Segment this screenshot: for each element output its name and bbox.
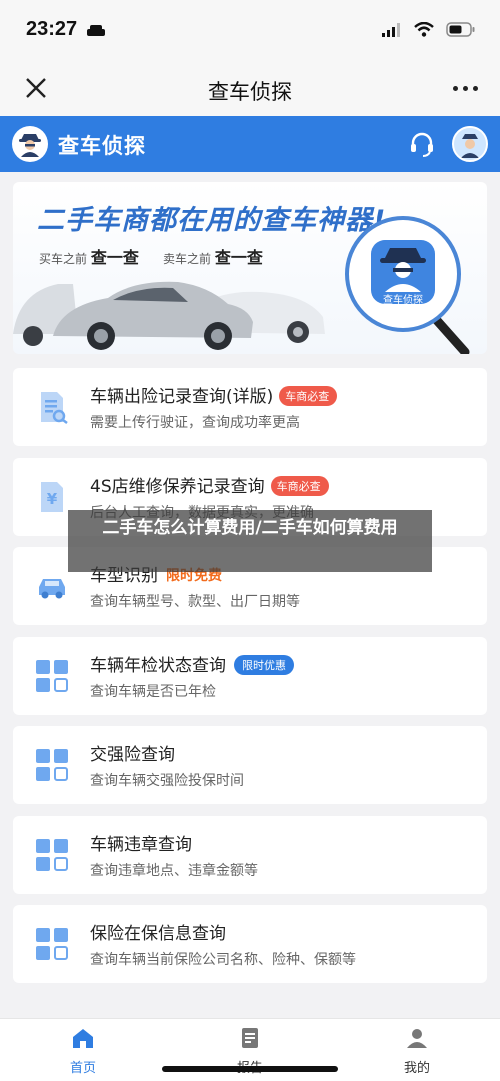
yuan-document-icon: ¥ — [41, 482, 63, 512]
status-bar: 23:27 — [0, 0, 500, 62]
dealer-badge: 车商必查 — [279, 386, 338, 406]
app-name: 查车侦探 — [58, 134, 146, 158]
more-icon[interactable] — [453, 86, 478, 91]
item-title: 车辆年检状态查询 限时优惠 — [90, 651, 294, 676]
report-icon — [242, 1028, 258, 1048]
promo-banner[interactable]: 二手车商都在用的查车神器! 买车之前 查一查 卖车之前 查一查 查车侦探 — [13, 182, 487, 354]
banner-logo-caption: 查车侦探 — [383, 293, 423, 306]
tab-home[interactable]: 首页 — [33, 1027, 133, 1076]
tab-mine[interactable]: 我的 — [367, 1027, 467, 1076]
item-title: 4S店维修保养记录查询 车商必查 — [90, 472, 329, 497]
grid-icon — [36, 749, 68, 781]
item-subtitle: 查询车辆交强险投保时间 — [90, 773, 244, 789]
svg-text:¥: ¥ — [47, 490, 58, 508]
item-title-text: 车辆年检状态查询 — [90, 656, 226, 676]
magnifier-logo-icon: 查车侦探 — [345, 216, 470, 354]
nav-bar: 查车侦探 — [0, 62, 500, 116]
home-indicator — [162, 1066, 338, 1072]
discount-badge: 限时优惠 — [234, 655, 294, 675]
item-subtitle: 查询车辆当前保险公司名称、险种、保额等 — [90, 952, 356, 968]
list-item-annual-inspection[interactable]: 车辆年检状态查询 限时优惠 查询车辆是否已年检 — [13, 637, 487, 715]
item-title: 车辆出险记录查询(详版) 车商必查 — [90, 382, 338, 407]
document-search-icon — [41, 392, 68, 424]
wifi-icon — [414, 22, 434, 37]
detective-logo-icon — [13, 127, 47, 161]
app-header: 查车侦探 — [0, 116, 500, 172]
signal-icon — [382, 22, 400, 37]
article-title-overlay: 二手车怎么计算费用/二手车如何算费用 — [68, 510, 432, 572]
item-title: 保险在保信息查询 — [90, 924, 226, 944]
car-status-icon — [87, 25, 105, 36]
car-icon — [39, 579, 65, 599]
tab-label: 我的 — [403, 1061, 430, 1076]
list-item-compulsory-insurance[interactable]: 交强险查询 查询车辆交强险投保时间 — [13, 726, 487, 804]
nav-title: 查车侦探 — [208, 80, 292, 104]
app-logo — [12, 126, 48, 162]
list-item-insurance-info[interactable]: 保险在保信息查询 查询车辆当前保险公司名称、险种、保额等 — [13, 905, 487, 983]
item-title: 交强险查询 — [90, 745, 175, 765]
item-title-text: 4S店维修保养记录查询 — [90, 477, 265, 497]
avatar-icon — [454, 128, 486, 160]
item-subtitle: 查询车辆型号、款型、出厂日期等 — [90, 594, 300, 610]
item-subtitle: 查询车辆是否已年检 — [90, 684, 216, 700]
customer-service-icon[interactable] — [408, 130, 436, 158]
list-item-violations[interactable]: 车辆违章查询 查询违章地点、违章金额等 — [13, 816, 487, 894]
item-subtitle: 需要上传行驶证，查询成功率更高 — [90, 415, 300, 431]
user-icon — [407, 1029, 427, 1048]
home-icon — [73, 1029, 93, 1048]
status-time: 23:27 — [26, 18, 78, 40]
user-avatar[interactable] — [452, 126, 488, 162]
cars-illustration — [13, 281, 325, 350]
grid-icon — [36, 839, 68, 871]
grid-icon — [36, 660, 68, 692]
battery-icon — [446, 22, 475, 37]
item-subtitle: 查询违章地点、违章金额等 — [90, 863, 258, 879]
grid-icon — [36, 928, 68, 960]
tab-label: 首页 — [69, 1061, 96, 1076]
item-title-text: 车辆出险记录查询(详版) — [90, 387, 274, 407]
item-title: 车辆违章查询 — [90, 835, 192, 855]
dealer-badge: 车商必查 — [270, 476, 329, 496]
list-item-claim-records[interactable]: 车辆出险记录查询(详版) 车商必查 需要上传行驶证，查询成功率更高 — [13, 368, 487, 446]
overlay-text: 二手车怎么计算费用/二手车如何算费用 — [102, 518, 398, 538]
